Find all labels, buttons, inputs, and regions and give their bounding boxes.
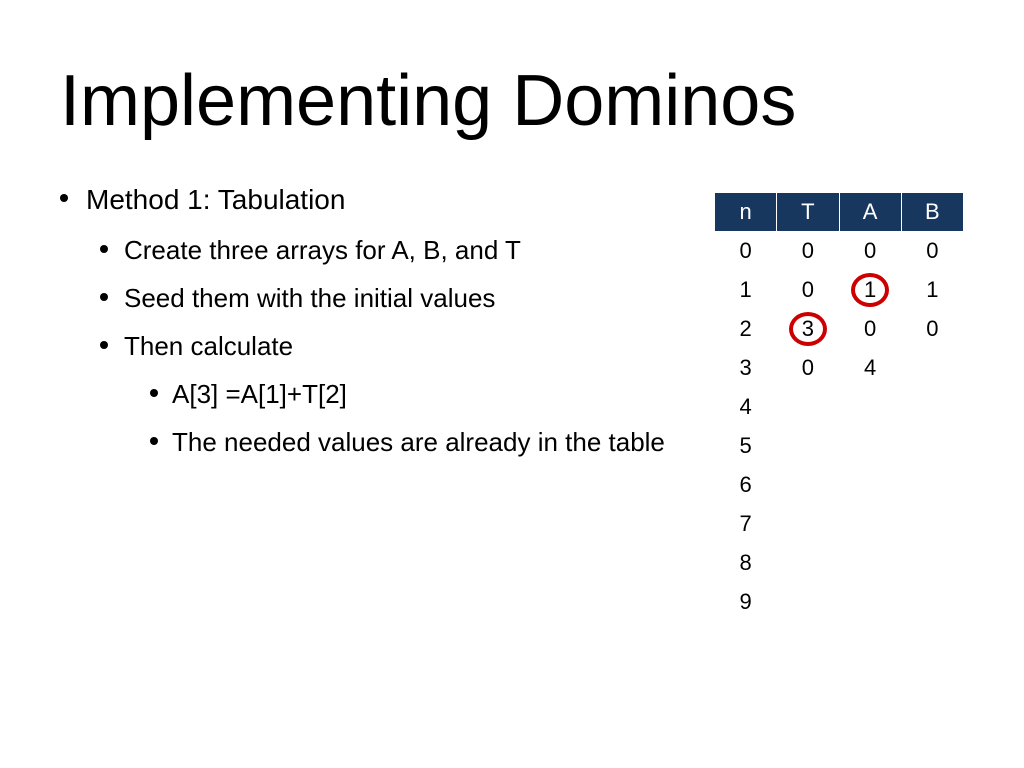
bullet-dot-icon — [150, 389, 158, 397]
table-cell — [777, 427, 839, 466]
table-cell — [901, 544, 963, 583]
bullet-level2: Seed them with the initial values — [100, 282, 694, 316]
table-column: n T A B 000010112300304456789 — [714, 182, 964, 622]
table-cell — [839, 388, 901, 427]
table-cell — [777, 466, 839, 505]
table-cell: 4 — [715, 388, 777, 427]
bullet-level3: A[3] =A[1]+T[2] — [150, 378, 694, 412]
table-cell: 9 — [715, 583, 777, 622]
table-row: 4 — [715, 388, 964, 427]
table-cell — [901, 388, 963, 427]
table-cell: 0 — [715, 232, 777, 271]
table-cell: 1 — [839, 271, 901, 310]
bullet-dot-icon — [150, 437, 158, 445]
table-row: 7 — [715, 505, 964, 544]
table-header: A — [839, 193, 901, 232]
table-cell: 0 — [777, 271, 839, 310]
content-area: Method 1: Tabulation Create three arrays… — [60, 182, 964, 622]
bullet-text: Seed them with the initial values — [124, 282, 495, 316]
bullet-level1: Method 1: Tabulation — [60, 182, 694, 218]
table-cell — [901, 466, 963, 505]
table-row: 1011 — [715, 271, 964, 310]
bullet-level3: The needed values are already in the tab… — [150, 426, 694, 460]
table-cell — [839, 466, 901, 505]
table-cell — [839, 505, 901, 544]
table-cell: 0 — [901, 232, 963, 271]
table-cell: 0 — [777, 232, 839, 271]
table-cell: 8 — [715, 544, 777, 583]
table-cell — [777, 388, 839, 427]
bullet-dot-icon — [100, 245, 108, 253]
table-header: n — [715, 193, 777, 232]
slide-title: Implementing Dominos — [60, 60, 964, 142]
table-cell — [839, 427, 901, 466]
table-cell: 4 — [839, 349, 901, 388]
bullet-text: The needed values are already in the tab… — [172, 426, 665, 460]
table-row: 0000 — [715, 232, 964, 271]
table-cell — [901, 505, 963, 544]
table-row: 2300 — [715, 310, 964, 349]
bullet-dot-icon — [100, 341, 108, 349]
slide: Implementing Dominos Method 1: Tabulatio… — [0, 0, 1024, 768]
table-row: 9 — [715, 583, 964, 622]
table-cell: 0 — [901, 310, 963, 349]
table-cell — [777, 544, 839, 583]
table-header: B — [901, 193, 963, 232]
table-cell — [777, 583, 839, 622]
table-row: 304 — [715, 349, 964, 388]
table-cell — [839, 583, 901, 622]
bullet-text: Create three arrays for A, B, and T — [124, 234, 521, 268]
bullet-column: Method 1: Tabulation Create three arrays… — [60, 182, 714, 473]
bullet-dot-icon — [60, 194, 68, 202]
table-cell — [839, 544, 901, 583]
table-row: 5 — [715, 427, 964, 466]
table-cell: 7 — [715, 505, 777, 544]
bullet-text: Then calculate — [124, 330, 293, 364]
table-cell: 2 — [715, 310, 777, 349]
bullet-text: Method 1: Tabulation — [86, 182, 345, 218]
table-cell — [901, 349, 963, 388]
table-cell — [901, 427, 963, 466]
table-cell: 1 — [715, 271, 777, 310]
table-row: 6 — [715, 466, 964, 505]
table-cell: 0 — [839, 232, 901, 271]
bullet-level2: Create three arrays for A, B, and T — [100, 234, 694, 268]
table-row: 8 — [715, 544, 964, 583]
bullet-text: A[3] =A[1]+T[2] — [172, 378, 347, 412]
table-cell: 0 — [839, 310, 901, 349]
table-cell — [901, 583, 963, 622]
table-cell — [777, 505, 839, 544]
table-cell: 1 — [901, 271, 963, 310]
table-cell: 3 — [715, 349, 777, 388]
table-header: T — [777, 193, 839, 232]
table-cell: 0 — [777, 349, 839, 388]
table-cell: 6 — [715, 466, 777, 505]
table-cell: 3 — [777, 310, 839, 349]
table-cell: 5 — [715, 427, 777, 466]
bullet-level2: Then calculate — [100, 330, 694, 364]
bullet-dot-icon — [100, 293, 108, 301]
table-header-row: n T A B — [715, 193, 964, 232]
tabulation-table: n T A B 000010112300304456789 — [714, 192, 964, 622]
